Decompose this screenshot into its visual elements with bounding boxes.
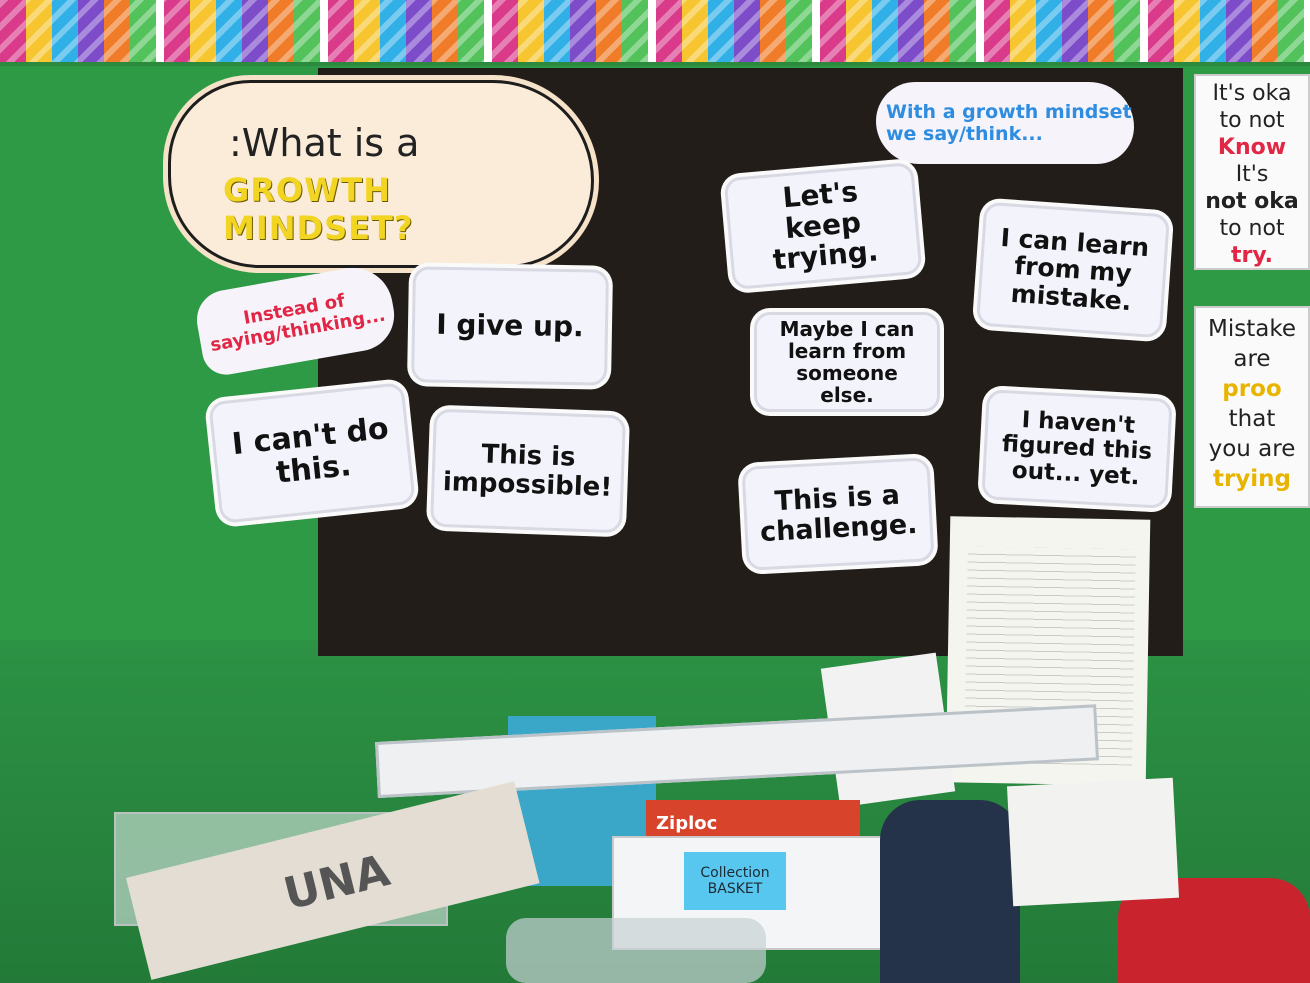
- poster-line: try.: [1230, 243, 1274, 268]
- bubble-text: This is a challenge.: [759, 480, 919, 549]
- speech-bubble: I can learn from my mistake.: [975, 201, 1171, 339]
- collection-basket-label: Collection BASKET: [684, 852, 786, 910]
- speech-bubble: This is a challenge.: [741, 457, 935, 571]
- paper-stack: [1006, 777, 1180, 907]
- poster-line: It's oka: [1212, 81, 1292, 106]
- bubble-text: I give up.: [436, 307, 584, 343]
- speech-bubble: Let's keep trying.: [723, 161, 923, 291]
- bubble-text: I haven't figured this out... yet.: [1001, 407, 1153, 490]
- bubble-text: Let's keep trying.: [771, 174, 880, 277]
- growth-mindset-label: With a growth mindset we say/think...: [876, 82, 1134, 164]
- title-cloud: :What is a GROWTH MINDSET?: [168, 80, 594, 268]
- chevron-border: [0, 0, 1310, 66]
- poster-line: to not: [1219, 216, 1285, 241]
- poster-line: you are: [1208, 436, 1296, 462]
- poster-line: are: [1233, 346, 1271, 372]
- poster-line: proo: [1222, 376, 1282, 402]
- plastic-bag: [506, 918, 766, 983]
- poster-line: trying: [1212, 466, 1292, 492]
- bubble-text: This is impossible!: [442, 439, 613, 503]
- bubble-text: I can learn from my mistake.: [999, 222, 1151, 316]
- bubble-text: I can't do this.: [230, 410, 391, 491]
- speech-bubble: This is impossible!: [429, 408, 627, 534]
- poster-line: that: [1228, 406, 1276, 432]
- chair-back: [880, 800, 1020, 983]
- poster-line: It's: [1235, 162, 1269, 187]
- cloud-question-line2: GROWTH MINDSET?: [223, 171, 414, 247]
- poster-line: to not: [1219, 108, 1285, 133]
- basket-label-line1: Collection: [700, 865, 770, 881]
- speech-bubble: I haven't figured this out... yet.: [981, 389, 1173, 509]
- speech-bubble: I give up.: [411, 266, 609, 386]
- poster-mistakes: Mistake are proo that you are trying: [1194, 306, 1310, 508]
- cloud-question-line1: :What is a: [229, 121, 420, 165]
- poster-its-okay: It's oka to not Know It's not oka to not…: [1194, 74, 1310, 270]
- speech-bubble: I can't do this.: [208, 382, 416, 524]
- poster-line: Know: [1217, 135, 1287, 160]
- poster-line: Mistake: [1208, 316, 1296, 342]
- bubble-text: Maybe I can learn from someone else.: [779, 317, 915, 407]
- box-print: UNA: [278, 845, 395, 921]
- basket-label-line2: BASKET: [707, 881, 763, 897]
- poster-line: not oka: [1205, 189, 1299, 214]
- speech-bubble: Maybe I can learn from someone else.: [754, 312, 940, 412]
- ziploc-label: Ziploc: [656, 812, 718, 834]
